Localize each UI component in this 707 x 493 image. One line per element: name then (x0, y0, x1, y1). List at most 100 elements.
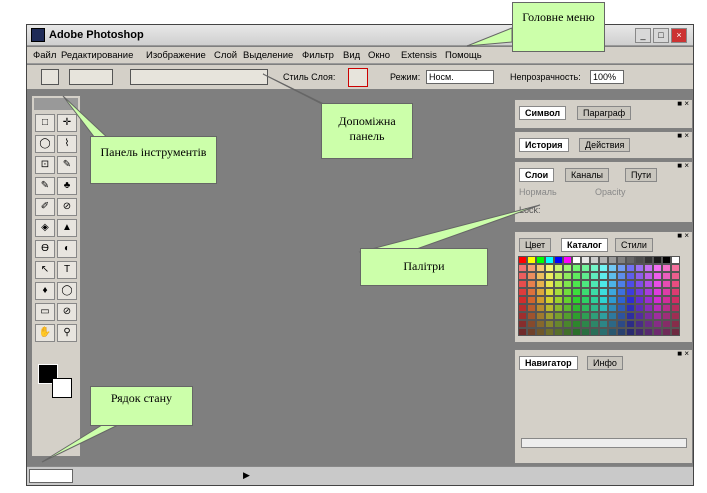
color-swatch[interactable] (617, 280, 626, 288)
color-swatch[interactable] (671, 328, 680, 336)
tool-button[interactable]: ✐ (35, 198, 55, 216)
color-swatch[interactable] (554, 328, 563, 336)
color-swatch[interactable] (671, 256, 680, 264)
color-swatch[interactable] (635, 296, 644, 304)
tool-button[interactable]: ⊘ (57, 198, 77, 216)
palette-controls-icon[interactable]: ■ × (677, 349, 689, 358)
color-swatch[interactable] (527, 256, 536, 264)
color-swatch[interactable] (653, 280, 662, 288)
color-swatch[interactable] (653, 272, 662, 280)
tool-button[interactable]: ✎ (57, 156, 77, 174)
color-swatch[interactable] (572, 280, 581, 288)
color-swatch[interactable] (608, 312, 617, 320)
color-swatch[interactable] (662, 288, 671, 296)
layers-mode-select[interactable]: Нормаль (519, 187, 557, 197)
menu-edit[interactable]: Редактирование (61, 50, 133, 61)
opacity-field[interactable]: 100% (590, 70, 624, 84)
color-swatch[interactable] (572, 296, 581, 304)
color-swatch[interactable] (635, 312, 644, 320)
color-swatch[interactable] (572, 328, 581, 336)
color-swatch[interactable] (644, 328, 653, 336)
color-swatch[interactable] (599, 280, 608, 288)
color-swatch[interactable] (590, 320, 599, 328)
color-swatch[interactable] (590, 264, 599, 272)
color-swatch[interactable] (671, 272, 680, 280)
color-swatch[interactable] (536, 320, 545, 328)
menu-layer[interactable]: Слой (214, 50, 237, 61)
color-swatch[interactable] (608, 304, 617, 312)
tool-button[interactable]: ↖ (35, 261, 55, 279)
color-swatch[interactable] (563, 304, 572, 312)
color-swatch[interactable] (581, 264, 590, 272)
tab-styles[interactable]: Стили (615, 238, 653, 252)
tool-button[interactable]: ♦ (35, 282, 55, 300)
color-swatch[interactable] (626, 256, 635, 264)
color-swatch[interactable] (608, 272, 617, 280)
color-swatch[interactable] (608, 288, 617, 296)
color-swatch[interactable] (653, 264, 662, 272)
color-swatch[interactable] (662, 328, 671, 336)
color-swatch[interactable] (581, 328, 590, 336)
tool-button[interactable]: T (57, 261, 77, 279)
tool-button[interactable]: □ (35, 114, 55, 132)
color-swatch[interactable] (617, 264, 626, 272)
color-swatch[interactable] (653, 328, 662, 336)
color-swatch[interactable] (581, 256, 590, 264)
color-swatch[interactable] (608, 264, 617, 272)
color-swatch[interactable] (527, 296, 536, 304)
color-swatch[interactable] (572, 304, 581, 312)
color-swatch[interactable] (554, 272, 563, 280)
color-swatch[interactable] (554, 296, 563, 304)
color-swatch[interactable] (572, 288, 581, 296)
color-swatch[interactable] (527, 280, 536, 288)
color-swatch[interactable] (662, 280, 671, 288)
color-swatch[interactable] (653, 288, 662, 296)
color-swatch[interactable] (599, 288, 608, 296)
tab-history[interactable]: История (519, 138, 569, 152)
palette-controls-icon[interactable]: ■ × (677, 99, 689, 108)
color-swatch[interactable] (626, 304, 635, 312)
tool-preset-button[interactable] (41, 69, 59, 85)
color-swatch[interactable] (671, 280, 680, 288)
color-swatch[interactable] (518, 312, 527, 320)
color-swatch[interactable] (554, 304, 563, 312)
color-swatch[interactable] (671, 264, 680, 272)
color-swatch[interactable] (599, 312, 608, 320)
color-swatch[interactable] (572, 320, 581, 328)
color-swatch[interactable] (554, 280, 563, 288)
color-swatch[interactable] (518, 280, 527, 288)
color-swatch[interactable] (617, 296, 626, 304)
color-swatch[interactable] (644, 272, 653, 280)
color-swatch[interactable] (545, 272, 554, 280)
color-swatch[interactable] (608, 296, 617, 304)
tool-button[interactable]: ▲ (57, 219, 77, 237)
background-color[interactable] (52, 378, 72, 398)
color-swatch[interactable] (536, 272, 545, 280)
menu-extensis[interactable]: Extensis (401, 50, 437, 61)
color-swatch[interactable] (572, 264, 581, 272)
color-swatch[interactable] (626, 288, 635, 296)
color-swatch[interactable] (518, 328, 527, 336)
tool-button[interactable]: ▭ (35, 303, 55, 321)
color-swatch[interactable] (626, 328, 635, 336)
palette-controls-icon[interactable]: ■ × (677, 131, 689, 140)
tab-paths[interactable]: Пути (625, 168, 658, 182)
color-swatch[interactable] (572, 256, 581, 264)
color-swatch[interactable] (536, 256, 545, 264)
tool-button[interactable]: ⌇ (57, 135, 77, 153)
color-swatch[interactable] (617, 288, 626, 296)
tool-button[interactable]: ◐ (57, 240, 77, 258)
zoom-slider[interactable] (521, 438, 687, 448)
menu-help[interactable]: Помощь (445, 50, 482, 61)
close-button[interactable]: × (671, 28, 687, 43)
tool-button[interactable]: ◯ (35, 135, 55, 153)
color-swatch[interactable] (527, 288, 536, 296)
color-swatch[interactable] (608, 256, 617, 264)
color-swatch[interactable] (518, 288, 527, 296)
color-swatch[interactable] (563, 312, 572, 320)
color-swatch[interactable] (599, 272, 608, 280)
color-swatch[interactable] (644, 280, 653, 288)
tool-button[interactable]: ✛ (57, 114, 77, 132)
color-swatch[interactable] (563, 272, 572, 280)
color-swatch[interactable] (590, 296, 599, 304)
